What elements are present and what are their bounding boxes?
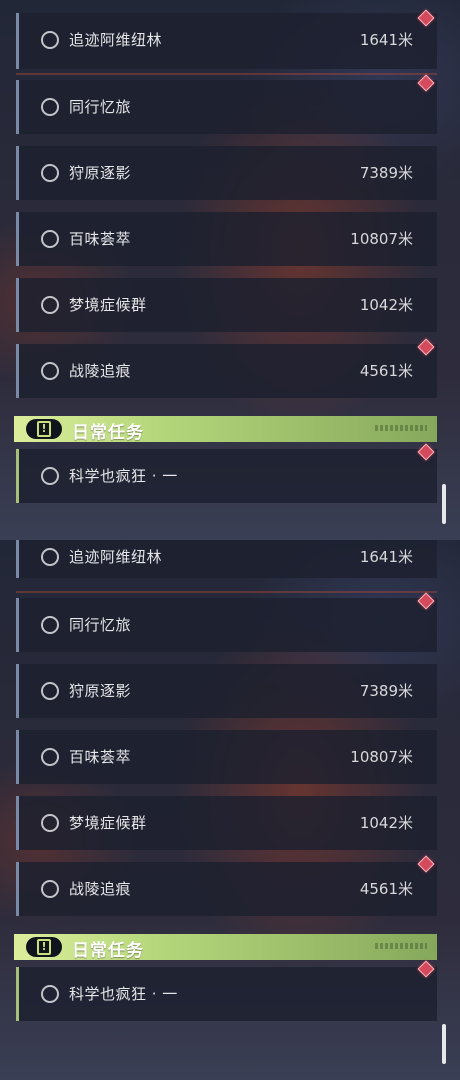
- quest-row[interactable]: 百味荟萃 10807米: [16, 730, 437, 784]
- quest-radio[interactable]: [41, 682, 59, 700]
- quest-row[interactable]: 科学也疯狂 · 一: [16, 449, 437, 503]
- section-title: 日常任务: [72, 423, 144, 443]
- quest-title: 追迹阿维纽林: [69, 31, 163, 49]
- quest-row[interactable]: 战陵追痕 4561米: [16, 862, 437, 916]
- quest-distance: 4561米: [359, 362, 413, 380]
- quest-row[interactable]: 百味荟萃 10807米: [16, 212, 437, 266]
- quest-radio[interactable]: [41, 362, 59, 380]
- alert-badge: !: [26, 937, 62, 957]
- quest-radio[interactable]: [41, 164, 59, 182]
- quest-distance: 1641米: [359, 31, 413, 49]
- quest-row[interactable]: 狩原逐影 7389米: [16, 146, 437, 200]
- quest-radio[interactable]: [41, 467, 59, 485]
- alert-badge: !: [26, 419, 62, 439]
- quest-radio[interactable]: [41, 880, 59, 898]
- quest-row[interactable]: 科学也疯狂 · 一: [16, 967, 437, 1021]
- header-decoration: [375, 425, 427, 431]
- quest-row[interactable]: 追迹阿维纽林 1641米: [16, 540, 437, 578]
- quest-distance: 7389米: [359, 164, 413, 182]
- quest-title: 战陵追痕: [69, 880, 132, 898]
- quest-title: 梦境症候群: [69, 814, 147, 832]
- section-title: 日常任务: [72, 941, 144, 961]
- quest-row[interactable]: 狩原逐影 7389米: [16, 664, 437, 718]
- exclamation-icon: !: [37, 421, 51, 437]
- quest-radio[interactable]: [41, 814, 59, 832]
- quest-row[interactable]: 梦境症候群 1042米: [16, 278, 437, 332]
- quest-row[interactable]: 战陵追痕 4561米: [16, 344, 437, 398]
- quest-title: 追迹阿维纽林: [69, 548, 163, 566]
- daily-quests-header[interactable]: ! 日常任务: [14, 416, 437, 443]
- quest-list-panel-bottom: 追迹阿维纽林 1641米 同行忆旅 狩原逐影 7389米 百味荟萃 10807米…: [0, 540, 460, 1080]
- quest-row[interactable]: 同行忆旅: [16, 598, 437, 652]
- separator: [16, 73, 437, 75]
- quest-distance: 1042米: [359, 296, 413, 314]
- quest-distance: 1042米: [359, 814, 413, 832]
- header-decoration: [375, 943, 427, 949]
- daily-quests-header[interactable]: ! 日常任务: [14, 934, 437, 961]
- quest-title: 战陵追痕: [69, 362, 132, 380]
- quest-row[interactable]: 同行忆旅: [16, 80, 437, 134]
- separator: [16, 591, 437, 593]
- scrollbar-thumb[interactable]: [442, 484, 446, 524]
- quest-title: 同行忆旅: [69, 98, 132, 116]
- quest-title: 狩原逐影: [69, 164, 132, 182]
- quest-distance: 10807米: [350, 748, 413, 766]
- quest-list-panel-top: 追迹阿维纽林 1641米 同行忆旅 狩原逐影 7389米 百味荟萃 10807米…: [0, 0, 460, 540]
- quest-title: 同行忆旅: [69, 616, 132, 634]
- quest-row[interactable]: 追迹阿维纽林 1641米: [16, 13, 437, 69]
- exclamation-icon: !: [37, 939, 51, 955]
- quest-title: 科学也疯狂 · 一: [69, 985, 178, 1003]
- quest-distance: 1641米: [359, 548, 413, 566]
- quest-radio[interactable]: [41, 296, 59, 314]
- quest-title: 百味荟萃: [69, 230, 132, 248]
- quest-distance: 10807米: [350, 230, 413, 248]
- quest-title: 百味荟萃: [69, 748, 132, 766]
- quest-title: 科学也疯狂 · 一: [69, 467, 178, 485]
- quest-radio[interactable]: [41, 548, 59, 566]
- quest-title: 梦境症候群: [69, 296, 147, 314]
- quest-radio[interactable]: [41, 230, 59, 248]
- quest-row[interactable]: 梦境症候群 1042米: [16, 796, 437, 850]
- quest-distance: 7389米: [359, 682, 413, 700]
- scrollbar-thumb[interactable]: [442, 1024, 446, 1064]
- quest-radio[interactable]: [41, 616, 59, 634]
- quest-title: 狩原逐影: [69, 682, 132, 700]
- quest-radio[interactable]: [41, 31, 59, 49]
- quest-radio[interactable]: [41, 748, 59, 766]
- quest-distance: 4561米: [359, 880, 413, 898]
- quest-radio[interactable]: [41, 98, 59, 116]
- quest-radio[interactable]: [41, 985, 59, 1003]
